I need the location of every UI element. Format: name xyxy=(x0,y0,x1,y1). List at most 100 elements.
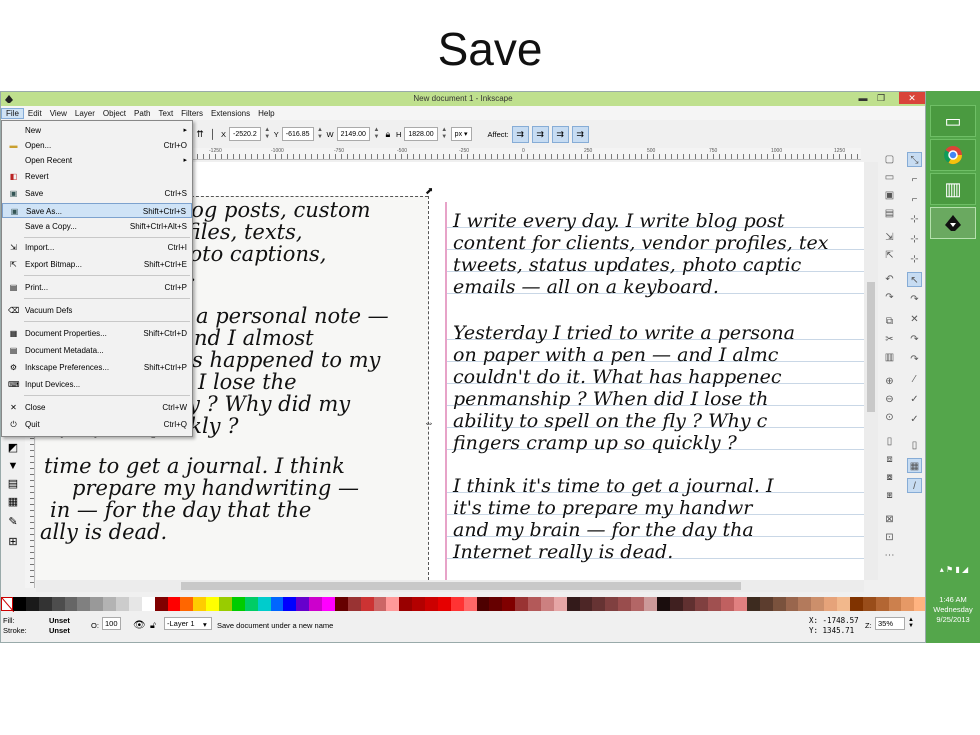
color-swatch[interactable] xyxy=(579,597,593,611)
menu-item-save-as[interactable]: ▣ Save As... Shift+Ctrl+S xyxy=(2,203,192,218)
layer-lock-icon[interactable]: 🔓︎ xyxy=(150,620,156,631)
scale-handle-icon[interactable]: ⬈ xyxy=(425,186,433,197)
color-swatch[interactable] xyxy=(901,597,915,611)
color-swatch[interactable] xyxy=(643,597,657,611)
xml-editor-icon[interactable]: ⋯ xyxy=(882,548,897,563)
save-icon[interactable]: ▣ xyxy=(882,188,897,203)
minimize-button[interactable]: ▬ xyxy=(855,92,871,104)
color-swatch[interactable] xyxy=(77,597,91,611)
unit-select[interactable]: px ▾ xyxy=(450,127,472,141)
snap-bbox-icon[interactable]: ⌐ xyxy=(907,172,922,187)
color-swatch[interactable] xyxy=(798,597,812,611)
clone-icon[interactable]: ⧈ xyxy=(882,452,897,467)
color-swatch[interactable] xyxy=(347,597,361,611)
color-swatch[interactable] xyxy=(515,597,528,611)
recycle-bin-icon[interactable]: ▭ xyxy=(930,105,976,137)
menu-item-close[interactable]: ✕ Close Ctrl+W xyxy=(2,400,192,415)
color-swatch[interactable] xyxy=(116,597,129,611)
layer-visibility-icon[interactable]: 👁︎ xyxy=(133,620,146,631)
cut-icon[interactable]: ✂ xyxy=(882,332,897,347)
menu-item-save-copy[interactable]: Save a Copy... Shift+Ctrl+Alt+S xyxy=(2,219,192,234)
no-paint-swatch[interactable] xyxy=(1,597,15,613)
snap-midline-icon[interactable]: ⁄ xyxy=(907,372,922,387)
menu-item-quit[interactable]: ⏻ Quit Ctrl+Q xyxy=(2,417,192,432)
color-swatch[interactable] xyxy=(219,597,232,611)
snap-smooth-icon[interactable]: ↷ xyxy=(907,352,922,367)
color-swatch[interactable] xyxy=(476,597,490,611)
menu-layer[interactable]: Layer xyxy=(71,109,99,118)
color-swatch[interactable] xyxy=(103,597,116,611)
menu-item-open[interactable]: ▬ Open... Ctrl+O xyxy=(2,138,192,153)
text-font-icon[interactable]: ⊡ xyxy=(882,530,897,545)
mesh-icon[interactable]: ▦ xyxy=(5,494,21,510)
snap-edges-icon[interactable]: ⌐ xyxy=(907,192,922,207)
snap-page-icon[interactable]: ▯ xyxy=(907,438,922,453)
menu-item-document-metadata[interactable]: ▤ Document Metadata... xyxy=(2,343,192,358)
affect-corners-button[interactable]: ⇉ xyxy=(531,125,549,143)
inkscape-taskbar-icon[interactable] xyxy=(930,207,976,239)
menu-item-print[interactable]: ▤ Print... Ctrl+P xyxy=(2,280,192,295)
color-swatch[interactable] xyxy=(849,597,863,611)
menu-view[interactable]: View xyxy=(46,109,71,118)
raise-icon[interactable]: ⇈ xyxy=(195,129,205,139)
duplicate-icon[interactable]: ▯ xyxy=(882,434,897,449)
color-swatch[interactable] xyxy=(64,597,78,611)
color-swatch[interactable] xyxy=(334,597,348,611)
menu-item-revert[interactable]: ◧ Revert xyxy=(2,169,192,184)
opacity-field[interactable]: 100 xyxy=(102,617,121,630)
undo-icon[interactable]: ↶ xyxy=(882,272,897,287)
w-spinner-icon[interactable]: ▲ ▼ xyxy=(373,127,380,141)
affect-gradients-button[interactable]: ⇉ xyxy=(551,125,569,143)
affect-patterns-button[interactable]: ⇉ xyxy=(571,125,589,143)
color-swatch[interactable] xyxy=(322,597,335,611)
color-swatch[interactable] xyxy=(257,597,271,611)
menu-item-input-devices[interactable]: ⌨ Input Devices... xyxy=(2,377,192,392)
color-swatch[interactable] xyxy=(141,597,155,611)
menu-item-save[interactable]: ▣ Save Ctrl+S xyxy=(2,186,192,201)
color-swatch[interactable] xyxy=(180,597,194,611)
vertical-scroll-thumb[interactable] xyxy=(867,282,875,412)
clock[interactable]: 1:46 AM Wednesday 9/25/2013 xyxy=(926,595,980,625)
color-swatch[interactable] xyxy=(695,597,709,611)
color-swatch[interactable] xyxy=(154,597,168,611)
color-swatch[interactable] xyxy=(631,597,644,611)
color-swatch[interactable] xyxy=(914,597,925,611)
color-swatch[interactable] xyxy=(13,597,26,611)
menu-item-export-bitmap[interactable]: ⇱ Export Bitmap... Shift+Ctrl+E xyxy=(2,257,192,272)
color-swatch[interactable] xyxy=(502,597,516,611)
layer-dropdown-icon[interactable]: ▾ xyxy=(203,620,207,629)
color-swatch[interactable] xyxy=(708,597,722,611)
menu-item-preferences[interactable]: ⚙ Inkscape Preferences... Shift+Ctrl+P xyxy=(2,360,192,375)
group-icon[interactable]: ⧇ xyxy=(882,470,897,485)
snap-paths-icon[interactable]: ↷ xyxy=(907,292,922,307)
color-swatch[interactable] xyxy=(412,597,425,611)
color-swatch[interactable] xyxy=(824,597,837,611)
lock-icon[interactable]: 🔒︎ xyxy=(383,129,393,139)
copy-icon[interactable]: ⧉ xyxy=(882,314,897,329)
zoom-spinner-icon[interactable]: ▲ ▼ xyxy=(908,617,914,629)
stretch-handle-icon[interactable]: ⇔ xyxy=(424,418,434,429)
color-swatch[interactable] xyxy=(566,597,580,611)
snap-grid-icon[interactable]: ▦ xyxy=(907,458,922,473)
menu-item-document-properties[interactable]: ▦ Document Properties... Shift+Ctrl+D xyxy=(2,326,192,341)
color-swatch[interactable] xyxy=(425,597,438,611)
color-swatch[interactable] xyxy=(528,597,541,611)
snap-intersections-icon[interactable]: ✕ xyxy=(907,312,922,327)
zoom-drawing-icon[interactable]: ⊖ xyxy=(882,392,897,407)
fill-stroke-icon[interactable]: ⊠ xyxy=(882,512,897,527)
color-swatch[interactable] xyxy=(231,597,245,611)
w-field[interactable]: 2149.00 xyxy=(336,127,370,141)
zoom-field[interactable]: 35% xyxy=(875,617,905,630)
snap-toggle-icon[interactable]: ⤡ xyxy=(907,152,922,167)
menu-item-new[interactable]: New ▸ xyxy=(2,123,192,138)
color-swatch[interactable] xyxy=(759,597,773,611)
color-swatch[interactable] xyxy=(167,597,181,611)
color-swatch[interactable] xyxy=(283,597,297,611)
color-swatch[interactable] xyxy=(618,597,631,611)
color-swatch[interactable] xyxy=(746,597,760,611)
color-swatch[interactable] xyxy=(734,597,747,611)
menu-object[interactable]: Object xyxy=(99,109,130,118)
h-spinner-icon[interactable]: ▲ ▼ xyxy=(441,127,448,141)
snap-nodes-icon[interactable]: ↖ xyxy=(907,272,922,287)
color-swatch[interactable] xyxy=(837,597,850,611)
